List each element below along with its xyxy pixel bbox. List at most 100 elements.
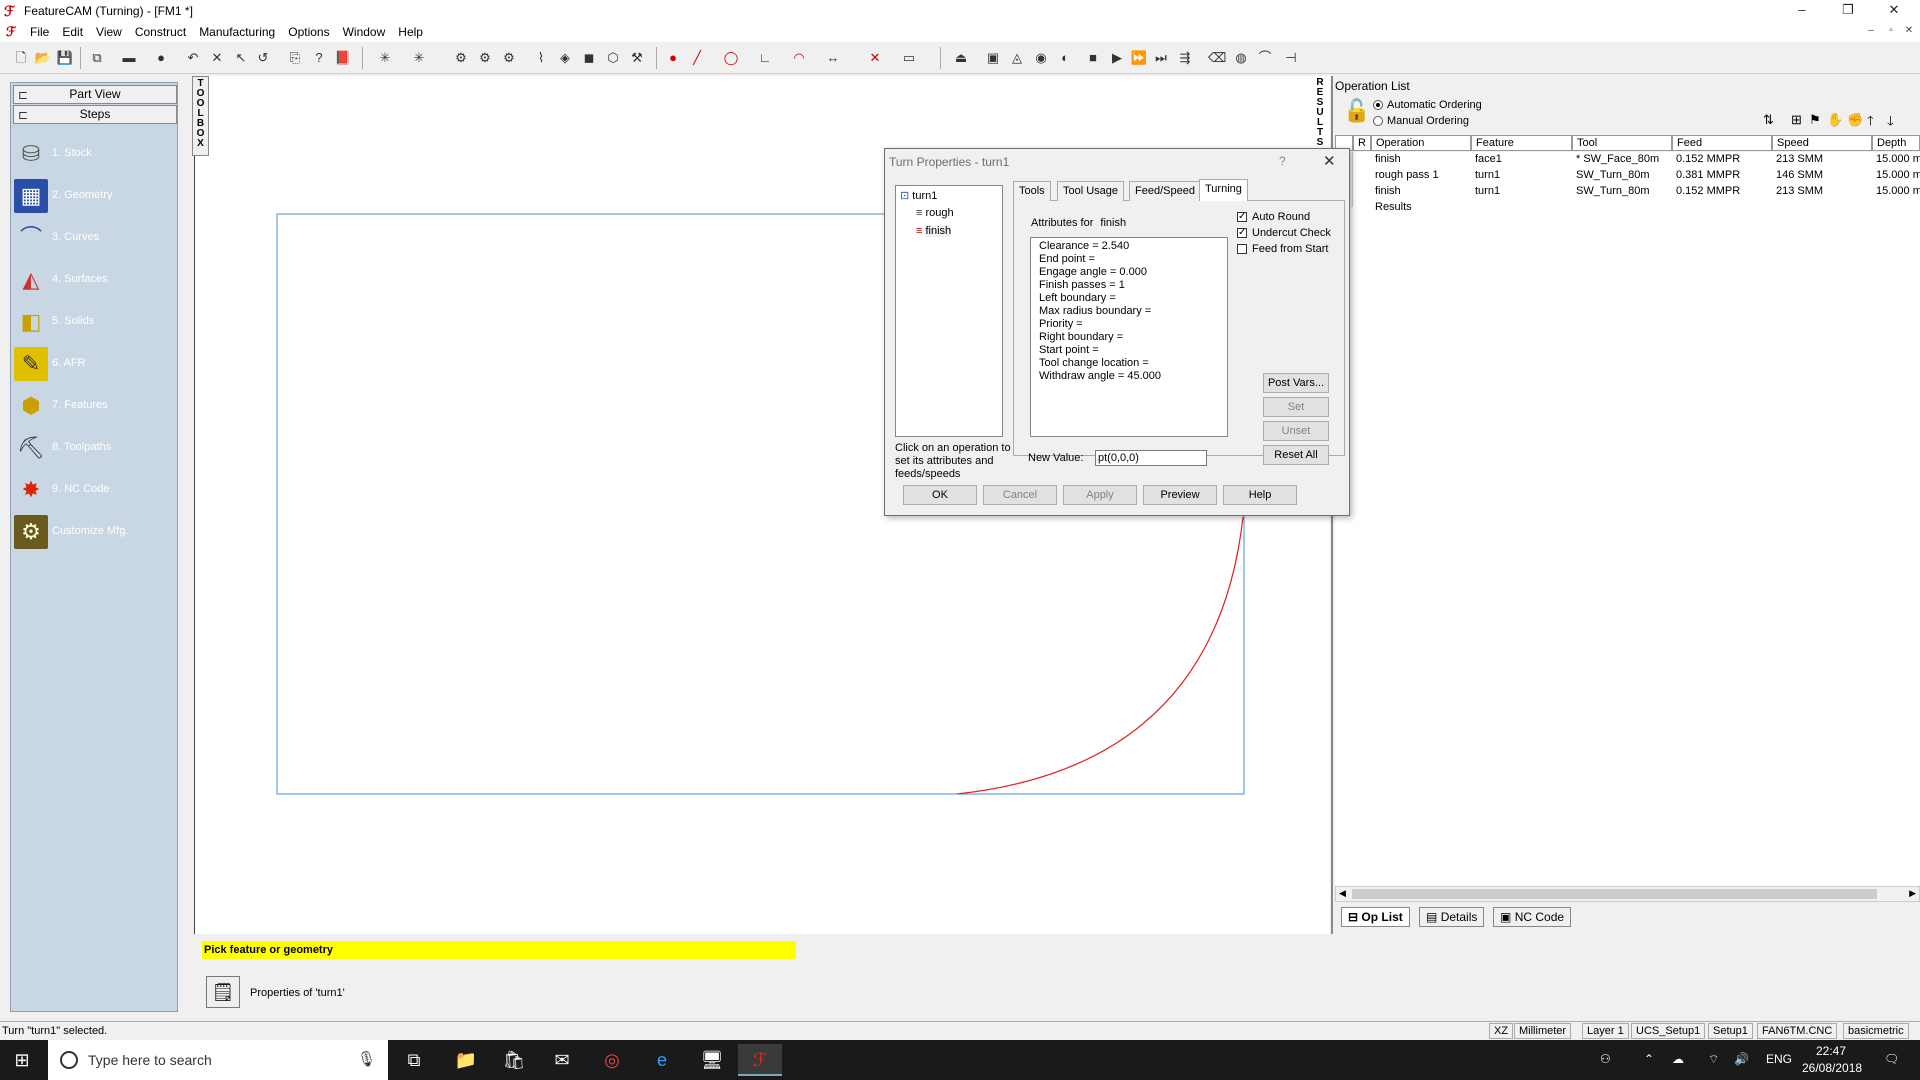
set-button[interactable]: Set [1263, 397, 1329, 417]
grab-icon[interactable]: ✊ [1847, 112, 1863, 128]
microphone-icon[interactable]: 🎙 [357, 1050, 376, 1068]
list-item[interactable]: Max radius boundary = [1039, 305, 1219, 318]
new-file-icon[interactable]: 🗋 [12, 49, 30, 67]
apply-button[interactable]: Apply [1063, 485, 1137, 505]
machine-view-icon[interactable]: ⚒ [628, 49, 646, 67]
circle-icon[interactable]: ◯ [722, 49, 740, 67]
scroll-left-icon[interactable]: ◀ [1339, 888, 1346, 899]
slider-icon[interactable]: ⊣ [1282, 49, 1300, 67]
col-operation[interactable]: Operation [1371, 135, 1471, 151]
stop-icon[interactable]: ■ [1084, 49, 1102, 67]
angle-icon[interactable]: ∟ [756, 49, 774, 67]
status-post[interactable]: FAN6TM.CNC [1757, 1023, 1838, 1039]
step-surfaces[interactable]: ◭ 4. Surfaces [13, 261, 177, 299]
cancel-button[interactable]: Cancel [983, 485, 1057, 505]
volume-icon[interactable]: 🔊 [1734, 1052, 1749, 1066]
unset-button[interactable]: Unset [1263, 421, 1329, 441]
attribute-list[interactable]: Clearance = 2.540 End point = Engage ang… [1030, 237, 1228, 437]
featurecam-taskbar-icon[interactable]: ℱ [738, 1044, 782, 1076]
col-tool[interactable]: Tool [1572, 135, 1672, 151]
view-tool-2-icon[interactable]: ⚙ [476, 49, 494, 67]
simulation-view-icon[interactable]: ▣ [984, 49, 1002, 67]
measure-icon[interactable]: ⌒ [1256, 49, 1274, 67]
list-item[interactable]: Engage angle = 0.000 [1039, 266, 1219, 279]
mdi-restore-button[interactable]: ▫ [1882, 25, 1900, 39]
snap-options-icon[interactable]: ✳ [410, 49, 428, 67]
tray-chevron-icon[interactable]: ⌃ [1644, 1052, 1654, 1066]
restore-button[interactable]: ❐ [1828, 2, 1868, 20]
help-button[interactable]: Help [1223, 485, 1297, 505]
table-row[interactable]: finish face1 * SW_Face_80m 0.152 MMPR 21… [1371, 152, 1920, 168]
clock-date[interactable]: 26/08/2018 [1802, 1061, 1862, 1075]
list-item[interactable]: Priority = [1039, 318, 1219, 331]
select-rotate-icon[interactable]: ↺ [254, 49, 272, 67]
col-feed[interactable]: Feed [1672, 135, 1772, 151]
mdi-close-button[interactable]: ✕ [1900, 25, 1918, 39]
list-item[interactable]: Start point = [1039, 344, 1219, 357]
op-list-scrollbar[interactable]: ◀ ▶ [1335, 886, 1920, 902]
step-nc-code[interactable]: ✸ 9. NC Code [13, 471, 177, 509]
action-center-icon[interactable]: 🗨 [1884, 1052, 1899, 1066]
remote-desktop-icon[interactable]: 🖥 [690, 1044, 734, 1076]
auto-ordering-radio[interactable]: Automatic Ordering [1373, 99, 1482, 111]
dialog-close-icon[interactable]: ✕ [1323, 152, 1336, 170]
file-explorer-icon[interactable]: 📁 [444, 1044, 488, 1076]
menu-construct[interactable]: Construct [135, 25, 195, 39]
people-icon[interactable]: ⚇ [1600, 1052, 1611, 1066]
point-icon[interactable]: ● [664, 49, 682, 67]
toolbox-toggle[interactable]: TOOLBOX [192, 76, 209, 156]
menu-edit[interactable]: Edit [62, 25, 92, 39]
network-icon[interactable]: ⌔ [1708, 1052, 1719, 1067]
tree-node-finish[interactable]: ≡ finish [916, 225, 952, 237]
view-tool-3-icon[interactable]: ⚙ [500, 49, 518, 67]
move-up-icon[interactable]: 🡑 [1867, 112, 1874, 134]
tab-tool-usage[interactable]: Tool Usage [1057, 181, 1125, 201]
step-curves[interactable]: ⌒ 3. Curves [13, 219, 177, 257]
open-file-icon[interactable]: 📂 [34, 49, 52, 67]
tree-node-rough[interactable]: ≡ rough [916, 207, 954, 219]
step-stock[interactable]: ⛁ 1. Stock [13, 135, 177, 173]
undo-icon[interactable]: ↶ [184, 49, 202, 67]
windows-start-icon[interactable]: ⊞ [12, 1050, 32, 1070]
col-r[interactable]: R [1353, 135, 1371, 151]
tab-op-list[interactable]: ⊟ Op List [1341, 907, 1410, 927]
store-icon[interactable]: 🛍 [492, 1044, 536, 1076]
shaded-view-icon[interactable]: ◈ [556, 49, 574, 67]
ok-button[interactable]: OK [903, 485, 977, 505]
step-solids[interactable]: ◧ 5. Solids [13, 303, 177, 341]
op-properties-icon[interactable]: ⊞ [1791, 112, 1802, 128]
list-item[interactable]: Left boundary = [1039, 292, 1219, 305]
onedrive-icon[interactable]: ☁ [1672, 1052, 1684, 1066]
tab-part-view[interactable]: ⊏ Part View [13, 85, 177, 104]
edge-icon[interactable]: e [640, 1044, 684, 1076]
undercut-check-checkbox[interactable]: ✓ Undercut Check [1237, 227, 1331, 239]
feed-from-start-checkbox[interactable]: Feed from Start [1237, 243, 1328, 255]
taskbar-search[interactable]: Type here to search 🎙 [48, 1040, 388, 1080]
language-indicator[interactable]: ENG [1766, 1052, 1792, 1066]
list-item[interactable]: Finish passes = 1 [1039, 279, 1219, 292]
help-pointer-icon[interactable]: ? [310, 49, 328, 67]
list-item[interactable]: End point = [1039, 253, 1219, 266]
menu-help[interactable]: Help [398, 25, 432, 39]
feature-view-icon[interactable]: ⬡ [604, 49, 622, 67]
delete-red-icon[interactable]: ● [152, 49, 170, 67]
step-operation-icon[interactable]: ⇶ [1176, 49, 1194, 67]
snap-icon[interactable]: ✳ [376, 49, 394, 67]
status-units[interactable]: Millimeter [1514, 1023, 1572, 1039]
status-ucs[interactable]: UCS_Setup1 [1631, 1023, 1706, 1039]
list-item[interactable]: Right boundary = [1039, 331, 1219, 344]
layers-icon[interactable]: ⧉ [88, 49, 106, 67]
preview-button[interactable]: Preview [1143, 485, 1217, 505]
select-arrow-icon[interactable]: ↖ [232, 49, 250, 67]
dialog-help-icon[interactable]: ? [1279, 154, 1286, 168]
tab-turning[interactable]: Turning [1199, 179, 1248, 201]
document-logo-icon[interactable]: ℱ [6, 24, 16, 40]
step-features[interactable]: ⬢ 7. Features [13, 387, 177, 425]
results-item[interactable]: Results [1371, 200, 1471, 216]
close-button[interactable]: ✕ [1874, 2, 1914, 20]
scroll-right-icon[interactable]: ▶ [1909, 888, 1916, 899]
turn-profile-arc[interactable] [956, 516, 1244, 795]
col-depth[interactable]: Depth [1872, 135, 1920, 151]
list-item[interactable]: Withdraw angle = 45.000 [1039, 370, 1219, 383]
list-item[interactable]: Clearance = 2.540 [1039, 240, 1219, 253]
